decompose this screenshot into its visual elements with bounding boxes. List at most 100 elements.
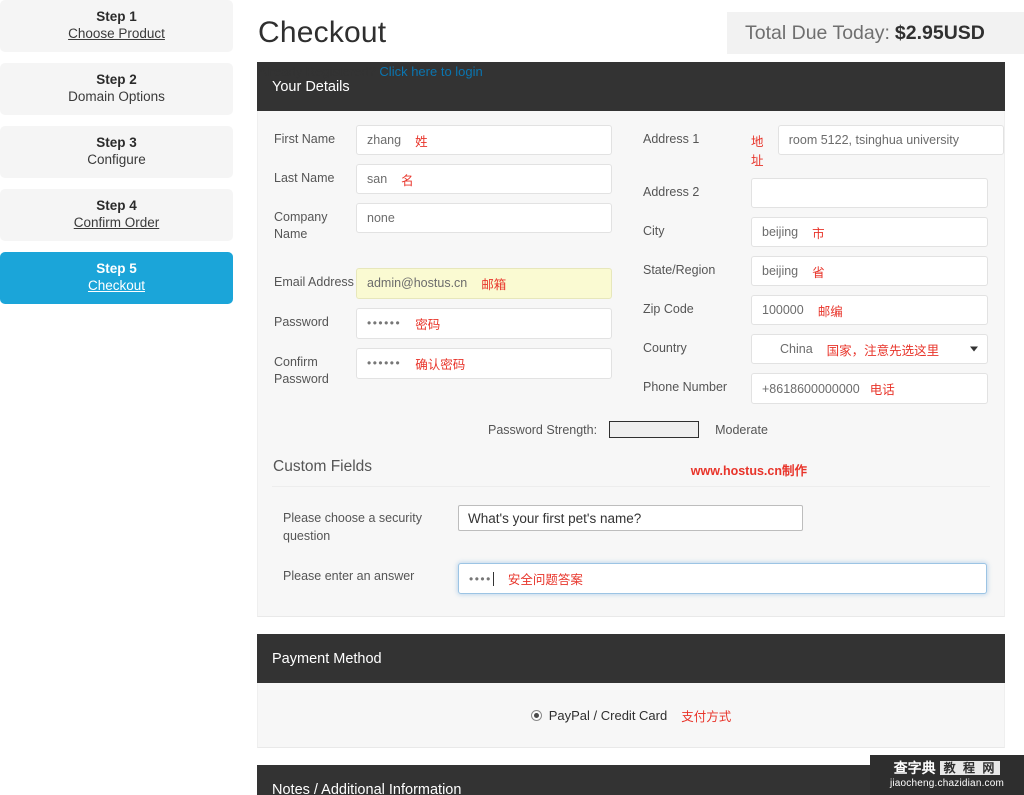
zip-note: 邮编 [817,304,843,319]
step-number: Step 4 [96,198,137,214]
address1-note: 地址 [751,135,764,168]
last-name-value: san [367,172,388,186]
phone-value: +8618600000000 [762,381,860,396]
address1-label: Address 1 [643,132,700,146]
login-link[interactable]: Click here to login [379,64,482,79]
password-strength-meter: Password Strength: Moderate [488,413,1004,438]
left-column-spacer [274,252,631,268]
field-zip-code: Zip Code 100000 邮编 [643,295,1004,325]
watermark-url: jiaocheng.chazidian.com [889,778,1005,789]
email-input[interactable]: admin@hostus.cn 邮箱 [356,267,612,299]
total-due-label: Total Due Today: [745,21,890,44]
phone-input[interactable]: +8618600000000 电话 [751,373,988,404]
step-label[interactable]: Confirm Order [74,215,160,232]
address1-value: room 5122, tsinghua university [788,133,959,147]
details-right-column: Address 1 地址 room 5122, tsinghua univers… [631,125,1004,413]
payment-method-title: Payment Method [272,650,382,667]
payment-option-note: 支付方式 [681,709,732,724]
field-city: City beijing 市 [643,217,1004,247]
first-name-label: First Name [274,132,336,146]
radio-selected-icon[interactable] [530,709,542,721]
zip-label: Zip Code [643,302,694,316]
details-left-column: First Name zhang 姓 Last Name san 名 Compa… [258,125,631,413]
step-label: Domain Options [68,89,165,104]
hostus-watermark: www.hostus.cn制作 [690,464,807,478]
already-registered-label: Already Registered? [258,64,376,79]
last-name-note: 名 [401,173,414,188]
sidebar-step-3[interactable]: Step 3 Configure [0,126,233,178]
field-address-1: Address 1 地址 room 5122, tsinghua univers… [643,125,1004,169]
zip-input[interactable]: 100000 邮编 [751,295,988,325]
password-value: •••••• [367,316,402,331]
field-email-address: Email Address admin@hostus.cn 邮箱 [274,267,631,299]
sidebar-step-4[interactable]: Step 4 Confirm Order [0,189,233,241]
phone-note: 电话 [869,383,895,397]
details-form-grid: First Name zhang 姓 Last Name san 名 Compa… [258,111,1004,413]
company-name-label: Company Name [274,210,328,241]
city-value: beijing [762,225,799,239]
step-label[interactable]: Choose Product [68,26,165,43]
phone-label: Phone Number [643,380,728,394]
checkout-steps-sidebar: Step 1 Choose Product Step 2 Domain Opti… [0,0,233,315]
first-name-input[interactable]: zhang 姓 [356,125,612,155]
country-value: China [780,342,813,356]
password-note: 密码 [415,317,441,332]
field-address-2: Address 2 [643,178,1004,208]
state-input[interactable]: beijing 省 [751,256,988,286]
field-security-question: Please choose a security question What's… [258,505,1004,545]
payment-method-panel: Payment Method PayPal / Credit Card 支付方式 [257,634,1005,748]
first-name-value: zhang [367,133,402,147]
chevron-down-icon [970,346,978,352]
email-note: 邮箱 [481,277,507,292]
site-watermark: 查字典 教 程 网 jiaocheng.chazidian.com [870,755,1024,795]
watermark-brand: 查字典 [893,760,936,776]
your-details-panel: Your Details First Name zhang 姓 Last Nam… [257,62,1005,617]
step-number: Step 5 [96,261,137,277]
sidebar-step-5-checkout[interactable]: Step 5 Checkout [0,252,233,304]
password-input[interactable]: •••••• 密码 [356,307,612,339]
sidebar-step-2[interactable]: Step 2 Domain Options [0,63,233,115]
step-number: Step 1 [96,9,137,25]
field-country: Country China 国家，注意先选这里 [643,334,1004,364]
payment-method-body: PayPal / Credit Card 支付方式 [257,683,1005,748]
field-first-name: First Name zhang 姓 [274,125,631,155]
custom-fields-divider [272,486,990,487]
email-value: admin@hostus.cn [367,276,468,291]
step-number: Step 2 [96,72,137,88]
security-answer-input[interactable]: •••• 安全问题答案 [458,563,987,594]
panel-separator [257,617,1024,634]
security-question-select[interactable]: What's your first pet's name? [458,505,803,531]
field-security-answer: Please enter an answer •••• 安全问题答案 [258,563,1004,594]
total-due-value: $2.95USD [894,21,985,44]
field-state-region: State/Region beijing 省 [643,256,1004,286]
city-input[interactable]: beijing 市 [751,217,988,247]
country-note: 国家，注意先选这里 [826,343,940,358]
field-last-name: Last Name san 名 [274,164,631,194]
step-label[interactable]: Checkout [88,278,145,295]
confirm-password-input[interactable]: •••••• 确认密码 [356,347,612,379]
country-select[interactable]: China 国家，注意先选这里 [751,334,988,364]
password-strength-label: Password Strength: [488,422,598,437]
address2-label: Address 2 [643,185,700,199]
sidebar-step-1[interactable]: Step 1 Choose Product [0,0,233,52]
payment-option-paypal[interactable]: PayPal / Credit Card 支付方式 [530,706,732,725]
security-answer-note: 安全问题答案 [507,573,583,587]
field-company-name: Company Name none [274,203,631,243]
watermark-badge: 教 程 网 [939,761,1001,775]
watermark-line-1: 查字典 教 程 网 [894,761,1001,775]
city-label: City [643,224,665,238]
custom-fields-bottom-spacer [258,594,1004,616]
confirm-password-note: 确认密码 [415,357,466,372]
state-value: beijing [762,264,799,278]
address1-input[interactable]: room 5122, tsinghua university [777,125,1004,155]
company-name-input[interactable]: none [356,203,612,233]
last-name-input[interactable]: san 名 [356,164,612,194]
address2-input[interactable] [751,178,988,208]
state-note: 省 [812,265,825,280]
your-details-title: Your Details [272,78,350,95]
field-password: Password •••••• 密码 [274,307,631,339]
country-label: Country [643,341,687,355]
state-label: State/Region [643,263,716,277]
confirm-password-label: Confirm Password [274,354,329,386]
payment-method-header: Payment Method [257,634,1005,683]
